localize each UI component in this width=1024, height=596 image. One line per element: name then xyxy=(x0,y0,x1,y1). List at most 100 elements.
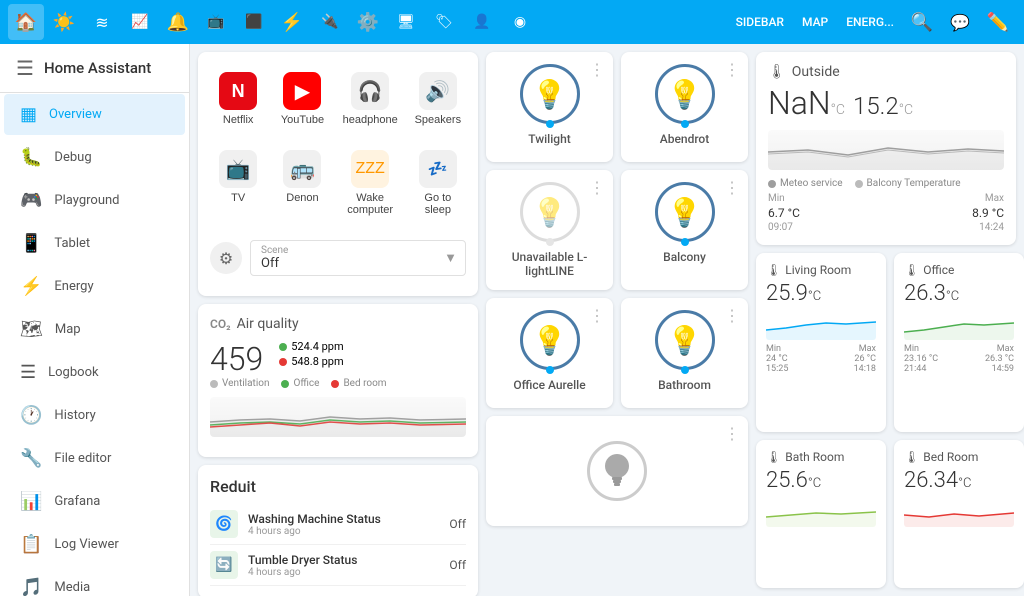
unavailable-bulb[interactable]: 💡 xyxy=(520,182,580,242)
light-card-balcony: ⋮ 💡 Balcony xyxy=(621,170,748,290)
balcony-bulb[interactable]: 💡 xyxy=(655,182,715,242)
outside-legend: Meteo service Balcony Temperature xyxy=(768,178,1004,189)
youtube-button[interactable]: ▶ YouTube xyxy=(274,64,330,134)
wake-computer-button[interactable]: ZZZ Wake computer xyxy=(339,142,402,224)
nav-media-icon[interactable]: ⬛ xyxy=(236,4,272,40)
balcony-menu-icon[interactable]: ⋮ xyxy=(724,178,740,197)
nav-circle-icon[interactable]: ◉ xyxy=(502,4,538,40)
air-quality-chart xyxy=(210,397,466,437)
sidebar-item-playground[interactable]: 🎮 Playground xyxy=(4,180,185,221)
scene-chevron-icon: ▼ xyxy=(444,250,457,266)
tablet-label: Tablet xyxy=(54,236,90,251)
sidebar-item-debug[interactable]: 🐛 Debug xyxy=(4,137,185,178)
twilight-bulb[interactable]: 💡 xyxy=(520,64,580,124)
scene-select[interactable]: Scene Off ▼ xyxy=(250,240,466,276)
abendrot-menu-icon[interactable]: ⋮ xyxy=(724,60,740,79)
denon-button[interactable]: 🚌 Denon xyxy=(274,142,330,224)
sidebar-item-map[interactable]: 🗺 Map xyxy=(4,309,185,350)
edit-icon[interactable]: ✏️ xyxy=(980,4,1016,40)
go-to-sleep-button[interactable]: 💤 Go to sleep xyxy=(410,142,466,224)
bathroom-chart xyxy=(766,497,876,527)
go-to-sleep-icon: 💤 xyxy=(419,150,457,188)
outside-nan-temp: NaN°C xyxy=(768,84,845,122)
air-reading-1-value: 524.4 ppm xyxy=(291,340,343,353)
youtube-label: YouTube xyxy=(281,114,324,126)
bathroom-thermo-icon: 🌡 xyxy=(766,450,781,464)
sidebar-item-grafana[interactable]: 📊 Grafana xyxy=(4,481,185,522)
energy-button[interactable]: ENERG... xyxy=(838,9,902,35)
nav-home-icon[interactable]: 🏠 xyxy=(8,4,44,40)
min-label: Min xyxy=(768,193,800,204)
overview-label: Overview xyxy=(49,107,102,122)
ventilation-label: Ventilation xyxy=(222,378,269,389)
sidebar-item-history[interactable]: 🕐 History xyxy=(4,395,185,436)
max-value: 8.9 °C xyxy=(972,206,1004,220)
nav-cog-icon[interactable]: ⚙️ xyxy=(350,4,386,40)
netflix-button[interactable]: N Netflix xyxy=(210,64,266,134)
light-card-twilight: ⋮ 💡 Twilight xyxy=(486,52,613,162)
nav-lightning-icon[interactable]: ⚡ xyxy=(274,4,310,40)
nav-sunny-icon[interactable]: ☀️ xyxy=(46,4,82,40)
nav-chart-icon[interactable]: 📈 xyxy=(122,4,158,40)
washing-machine-status: Off xyxy=(449,517,466,531)
meteo-legend: Meteo service xyxy=(768,178,843,189)
sidebar-item-file-editor[interactable]: 🔧 File editor xyxy=(4,438,185,479)
nav-tv-icon[interactable]: 📺 xyxy=(198,4,234,40)
legend-bedroom: Bed room xyxy=(331,378,386,389)
search-icon[interactable]: 🔍 xyxy=(904,4,940,40)
office-aurelle-bulb[interactable]: 💡 xyxy=(520,310,580,370)
sidebar-item-logbook[interactable]: ☰ Logbook xyxy=(4,352,185,393)
nav-person-icon[interactable]: 👤 xyxy=(464,4,500,40)
bedroom-label: Bed room xyxy=(343,378,386,389)
headphone-button[interactable]: 🎧 headphone xyxy=(339,64,402,134)
dryer-icon: 🔄 xyxy=(210,551,238,579)
nav-tag-icon[interactable]: 🏷 xyxy=(426,4,462,40)
main-layout: ☰ Home Assistant ▦ Overview 🐛 Debug 🎮 Pl… xyxy=(0,44,1024,596)
sidebar-item-tablet[interactable]: 📱 Tablet xyxy=(4,223,185,264)
office-aurelle-menu-icon[interactable]: ⋮ xyxy=(589,306,605,325)
twilight-label: Twilight xyxy=(528,132,571,146)
speakers-button[interactable]: 🔊 Speakers xyxy=(410,64,466,134)
light-card-office-aurelle: ⋮ 💡 Office Aurelle xyxy=(486,298,613,408)
media-card: N Netflix ▶ YouTube 🎧 headphone xyxy=(198,52,478,296)
room-card-bedroom: 🌡 Bed Room 26.34°C xyxy=(894,440,1024,589)
sidebar-item-log-viewer[interactable]: 📋 Log Viewer xyxy=(4,524,185,565)
bedroom-temp: 26.34°C xyxy=(904,468,1014,493)
bathroom-menu-icon[interactable]: ⋮ xyxy=(724,306,740,325)
light-card-extra: ⋮ xyxy=(486,416,748,526)
office-aurelle-circle: 💡 xyxy=(520,310,580,370)
tv-button[interactable]: 📺 TV xyxy=(210,142,266,224)
air-legend: Ventilation Office Bed room xyxy=(210,378,466,389)
unavailable-label: Unavailable L-lightLINE xyxy=(498,250,601,278)
nav-socket-icon[interactable]: 🔌 xyxy=(312,4,348,40)
chat-icon[interactable]: 💬 xyxy=(942,4,978,40)
middle-panel: ⋮ 💡 Twilight ⋮ 💡 xyxy=(486,52,748,588)
air-reading-2: 548.8 ppm xyxy=(279,355,343,368)
nav-waves-icon[interactable]: ≋ xyxy=(84,4,120,40)
nav-bell-icon[interactable]: 🔔 xyxy=(160,4,196,40)
netflix-label: Netflix xyxy=(223,114,254,126)
sidebar-header: ☰ Home Assistant xyxy=(0,44,189,93)
sidebar-item-media[interactable]: 🎵 Media xyxy=(4,567,185,596)
min-time: 09:07 xyxy=(768,222,800,233)
bathroom-bulb[interactable]: 💡 xyxy=(655,310,715,370)
room-card-living-room: 🌡 Living Room 25.9°C Min xyxy=(756,253,886,432)
sidebar-item-energy[interactable]: ⚡ Energy xyxy=(4,266,185,307)
extra-menu-icon[interactable]: ⋮ xyxy=(724,424,740,443)
sidebar-button[interactable]: SIDEBAR xyxy=(728,9,792,35)
unavailable-menu-icon[interactable]: ⋮ xyxy=(589,178,605,197)
hamburger-icon[interactable]: ☰ xyxy=(16,56,34,80)
unavailable-bulb-icon: 💡 xyxy=(532,196,567,229)
twilight-menu-icon[interactable]: ⋮ xyxy=(589,60,605,79)
nav-monitor-icon[interactable]: 🖥 xyxy=(388,4,424,40)
office-aurelle-bulb-icon: 💡 xyxy=(532,324,567,357)
media-label: Media xyxy=(54,580,90,595)
map-button[interactable]: MAP xyxy=(794,9,836,35)
outside-max: Max 8.9 °C 14:24 xyxy=(972,193,1004,233)
living-room-mm: Min 24 °C 15:25 Max 26 °C 14:18 xyxy=(766,344,876,374)
debug-icon: 🐛 xyxy=(20,147,42,168)
abendrot-bulb[interactable]: 💡 xyxy=(655,64,715,124)
scene-settings-button[interactable]: ⚙ xyxy=(210,242,242,274)
sidebar-item-overview[interactable]: ▦ Overview xyxy=(4,94,185,135)
red-dot xyxy=(279,358,287,366)
